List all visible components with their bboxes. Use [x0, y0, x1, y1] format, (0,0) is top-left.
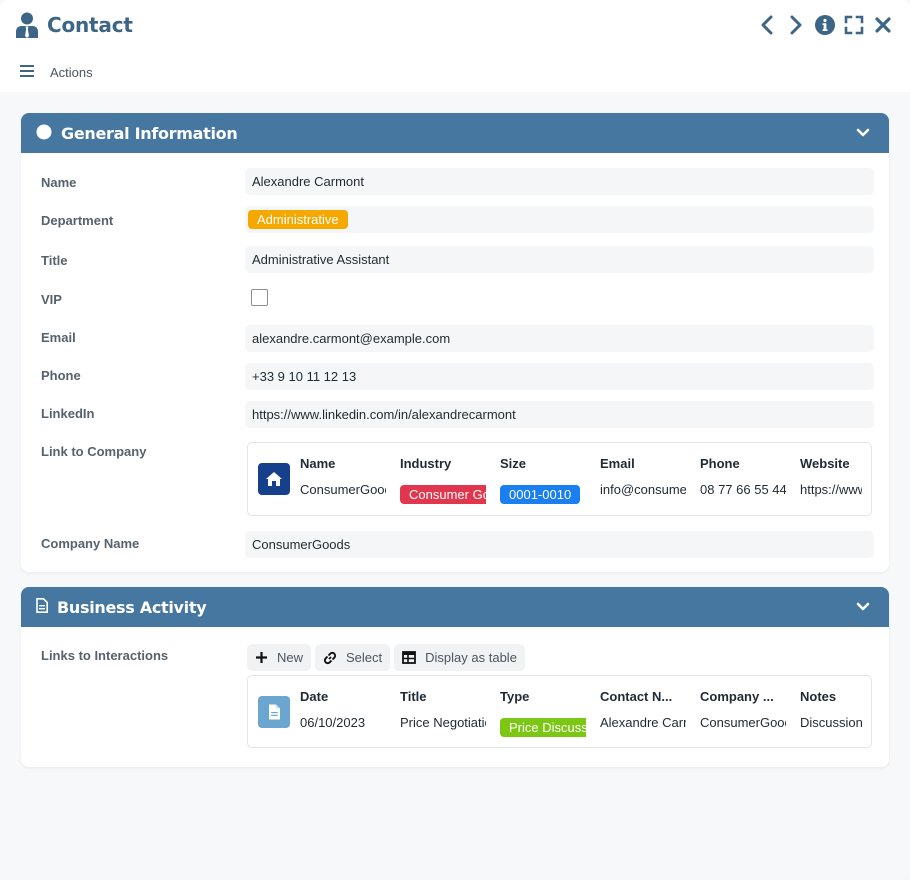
company-link-table[interactable]: Name ConsumerGoods Industry Consumer Goo…: [247, 442, 872, 516]
home-icon: [258, 463, 290, 495]
display-as-table-button[interactable]: Display as table: [394, 644, 525, 671]
table-icon: [402, 651, 417, 664]
col-header: Company ...: [700, 689, 774, 704]
title-field[interactable]: Administrative Assistant: [245, 246, 874, 273]
col-header: Name: [300, 456, 336, 471]
close-icon[interactable]: [872, 14, 894, 36]
top-bar: Contact Actions: [0, 0, 910, 92]
cell-notes[interactable]: Discussion: [800, 715, 862, 730]
expand-icon[interactable]: [843, 14, 865, 36]
type-tag: Price Discussion: [500, 718, 586, 737]
col-notes: Notes Discussion: [800, 689, 862, 730]
cell-website[interactable]: https://www.consumergoods.com: [800, 482, 862, 497]
industry-tag: Consumer Goods: [400, 485, 486, 504]
cell-name[interactable]: ConsumerGoods: [300, 482, 386, 497]
chevron-left-icon[interactable]: [756, 14, 778, 36]
col-phone: Phone 08 77 66 55 44: [700, 456, 786, 497]
col-website: Website https://www.consumergoods.com: [800, 456, 862, 497]
col-header: Notes: [800, 689, 837, 704]
section-title: General Information: [61, 123, 238, 143]
email-label: Email: [41, 330, 76, 345]
page-title: Contact: [47, 13, 133, 37]
col-name: Name ConsumerGoods: [300, 456, 386, 497]
vip-checkbox[interactable]: [251, 289, 268, 306]
hamburger-icon[interactable]: [20, 65, 34, 80]
chevron-right-icon[interactable]: [785, 14, 807, 36]
actions-menu[interactable]: Actions: [20, 65, 93, 80]
col-header: Title: [400, 689, 427, 704]
col-header: Website: [800, 456, 850, 471]
document-icon: [36, 598, 48, 616]
chevron-down-icon[interactable]: [856, 126, 870, 141]
info-circle-icon[interactable]: [814, 14, 836, 36]
file-icon: [258, 696, 290, 728]
col-title: Title Price Negotiation: [400, 689, 486, 730]
company-name-field[interactable]: ConsumerGoods: [245, 531, 874, 558]
new-button-label: New: [277, 650, 304, 665]
linkedin-field[interactable]: https://www.linkedin.com/in/alexandrecar…: [245, 401, 874, 428]
name-label: Name: [41, 175, 77, 190]
general-information-panel: General Information Name Alexandre Carmo…: [21, 113, 889, 572]
display-as-table-label: Display as table: [425, 650, 517, 665]
department-field[interactable]: Administrative: [245, 206, 874, 233]
col-header: Size: [500, 456, 527, 471]
col-size: Size 0001-0010: [500, 456, 586, 504]
link-icon: [323, 651, 337, 664]
contact-window: Contact Actions General Information Name…: [0, 0, 910, 880]
cell-phone[interactable]: 08 77 66 55 44: [700, 482, 786, 497]
col-email: Email info@consumergoods.com: [600, 456, 686, 497]
circle-icon: [36, 124, 52, 143]
col-type: Type Price Discussion: [500, 689, 586, 737]
business-activity-header[interactable]: Business Activity: [21, 587, 889, 627]
col-header: Phone: [700, 456, 740, 471]
col-header: Type: [500, 689, 530, 704]
vip-label: VIP: [41, 292, 62, 307]
name-field[interactable]: Alexandre Carmont: [245, 168, 874, 195]
interactions-table[interactable]: Date 06/10/2023 Title Price Negotiation …: [247, 675, 872, 748]
cell-date[interactable]: 06/10/2023: [300, 715, 386, 730]
col-header: Contact N...: [600, 689, 673, 704]
col-header: Email: [600, 456, 635, 471]
department-tag: Administrative: [248, 210, 348, 229]
select-button[interactable]: Select: [315, 644, 391, 671]
general-information-header[interactable]: General Information: [21, 113, 889, 153]
actions-label[interactable]: Actions: [50, 65, 93, 80]
business-activity-panel: Business Activity Links to Interactions …: [21, 587, 889, 767]
cell-email[interactable]: info@consumergoods.com: [600, 482, 686, 497]
title-label: Title: [41, 253, 68, 268]
new-button[interactable]: New: [247, 644, 312, 671]
window-controls: [749, 14, 894, 36]
col-company: Company ... ConsumerGoods: [700, 689, 786, 730]
phone-label: Phone: [41, 368, 81, 383]
department-label: Department: [41, 213, 114, 228]
col-date: Date 06/10/2023: [300, 689, 386, 730]
size-tag: 0001-0010: [500, 485, 581, 504]
company-name-label: Company Name: [41, 536, 140, 551]
section-title: Business Activity: [57, 597, 207, 617]
phone-field[interactable]: +33 9 10 11 12 13: [245, 363, 874, 390]
cell-title[interactable]: Price Negotiation: [400, 715, 486, 730]
interactions-label: Links to Interactions: [41, 648, 169, 663]
col-contact: Contact N... Alexandre Carmont: [600, 689, 686, 730]
linkedin-label: LinkedIn: [41, 406, 95, 421]
company-link-label: Link to Company: [41, 444, 147, 459]
cell-contact[interactable]: Alexandre Carmont: [600, 715, 686, 730]
chevron-down-icon[interactable]: [856, 600, 870, 615]
col-industry: Industry Consumer Goods: [400, 456, 486, 504]
plus-icon: [256, 652, 267, 663]
user-tie-icon: [16, 12, 38, 38]
title-area: Contact: [16, 12, 133, 38]
col-header: Industry: [400, 456, 452, 471]
col-header: Date: [300, 689, 329, 704]
interactions-toolbar: New Select Display as table: [247, 644, 529, 671]
cell-company[interactable]: ConsumerGoods: [700, 715, 786, 730]
select-button-label: Select: [346, 650, 383, 665]
email-field[interactable]: alexandre.carmont@example.com: [245, 325, 874, 352]
